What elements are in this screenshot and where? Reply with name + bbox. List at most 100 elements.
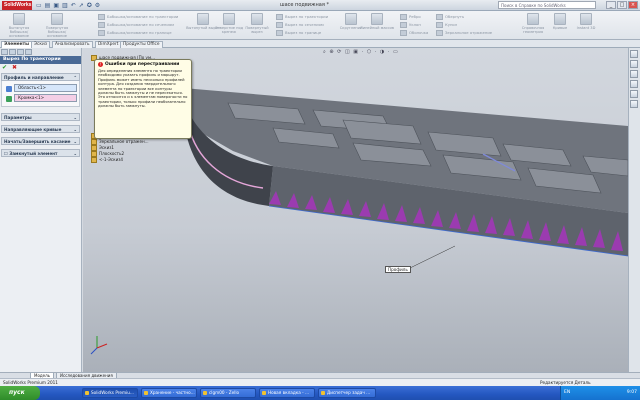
shell-button[interactable]: Оболочка <box>400 30 428 36</box>
close-button[interactable]: × <box>628 1 638 9</box>
print-icon[interactable]: ▥ <box>62 2 68 9</box>
hole-icon <box>223 13 235 25</box>
resources-icon[interactable] <box>630 50 638 58</box>
save-icon[interactable]: ▣ <box>53 2 59 9</box>
property-manager-title: Вырез По траектории <box>0 56 81 64</box>
swept-boss-button[interactable]: Бобышка/основание по траектории <box>98 14 178 20</box>
property-manager-panel: Вырез По траектории ✔ ✖ Профиль и направ… <box>0 48 82 372</box>
rib-button[interactable]: Ребро <box>400 14 421 20</box>
profile-selection-field[interactable]: Область<1> <box>6 84 77 92</box>
rebuild-icon[interactable]: ✪ <box>87 2 92 9</box>
path-icon <box>6 96 12 102</box>
status-mode: Редактируется Деталь <box>540 380 591 385</box>
boundary-cut-button[interactable]: Вырез по границе <box>276 30 321 36</box>
chevron-up-icon: ⌃ <box>73 75 77 80</box>
reference-geometry-icon <box>527 13 539 25</box>
chevron-down-icon: ⌄ <box>73 139 77 144</box>
custom-properties-icon[interactable] <box>630 100 638 108</box>
maximize-button[interactable]: □ <box>617 1 627 9</box>
swept-cut-button[interactable]: Вырез по траектории <box>276 14 328 20</box>
tab-office-products[interactable]: Продукты Office <box>120 41 163 48</box>
wrap-button[interactable]: Обернуть <box>436 14 464 20</box>
cancel-button[interactable]: ✖ <box>12 64 17 71</box>
mirror-button[interactable]: Зеркальное отражение <box>436 30 492 36</box>
path-selection-field[interactable]: Кромка<1> <box>6 94 77 102</box>
taskbar-item-solidworks[interactable]: SolidWorks Premiu... <box>82 388 138 398</box>
dimxpert-manager-tab-icon[interactable] <box>25 49 32 55</box>
document-title: шасе подвижная * <box>280 2 329 8</box>
section-options[interactable]: Параметры ⌄ <box>1 113 80 121</box>
tab-dimxpert[interactable]: DimXpert <box>95 41 122 48</box>
status-bar: SolidWorks Premium 2011 Редактируется Де… <box>0 378 640 386</box>
tab-features[interactable]: Элементы <box>1 41 32 48</box>
tab-evaluate[interactable]: Анализировать <box>52 41 93 48</box>
file-explorer-icon[interactable] <box>630 70 638 78</box>
instant3d-button[interactable]: Instant 3D <box>574 13 598 39</box>
window-controls: _ □ × <box>606 1 638 9</box>
error-icon: ! <box>98 62 103 67</box>
boundary-boss-button[interactable]: Бобышка/основание по границе <box>98 30 172 36</box>
options-icon[interactable]: ⚙ <box>95 2 100 9</box>
minimize-button[interactable]: _ <box>606 1 616 9</box>
help-search-input[interactable]: Поиск в Справке по SolidWorks <box>498 1 596 9</box>
taskbar-item-zello[interactable]: clgm00 - Zello <box>200 388 256 398</box>
select-icon[interactable]: ➚ <box>79 2 84 9</box>
tree-item[interactable]: <-1-Эскиз4 <box>91 157 155 163</box>
fillet-icon <box>345 13 357 25</box>
title-bar: SolidWorks ▭ ▤ ▣ ▥ ↶ ➚ ✪ ⚙ шасе подвижна… <box>0 0 640 11</box>
chevron-down-icon: ⌄ <box>73 115 77 120</box>
appearances-icon[interactable] <box>630 90 638 98</box>
status-product: SolidWorks Premium 2011 <box>3 380 58 385</box>
linear-pattern-button[interactable]: Линейный массив <box>360 13 394 39</box>
configuration-manager-tab-icon[interactable] <box>17 49 24 55</box>
coordinate-triad <box>90 336 108 355</box>
solidworks-logo[interactable]: SolidWorks <box>2 1 32 10</box>
clock[interactable]: 9:07 <box>627 386 637 400</box>
revolve-icon <box>51 13 63 25</box>
revolved-cut-button[interactable]: Повернутый вырез <box>240 13 274 39</box>
curves-button[interactable]: Кривые <box>548 13 572 39</box>
lofted-cut-button[interactable]: Вырез по сечениям <box>276 22 324 28</box>
feature-manager-tab-icon[interactable] <box>1 49 8 55</box>
section-guide-curves[interactable]: Направляющие кривые ⌄ <box>1 125 80 133</box>
ok-cancel-row: ✔ ✖ <box>0 64 81 72</box>
error-message: Для определения элемента по траектории н… <box>98 69 188 109</box>
new-file-icon[interactable]: ▭ <box>36 2 42 9</box>
instant3d-icon <box>580 13 592 25</box>
command-tabs: Элементы Эскиз Анализировать DimXpert Пр… <box>0 40 640 48</box>
cut-revolve-icon <box>251 13 263 25</box>
dome-button[interactable]: Купол <box>436 22 457 28</box>
start-button[interactable]: пуск <box>0 386 40 400</box>
windows-taskbar: пуск SolidWorks Premiu... Хранение - час… <box>0 386 640 400</box>
section-thin-feature[interactable]: ☐ Замкнутый элемент ⌄ <box>1 149 80 157</box>
chevron-down-icon: ⌄ <box>73 151 77 156</box>
section-start-end-tangency[interactable]: Начать/Завершить касание ⌄ <box>1 137 80 145</box>
linear-pattern-icon <box>371 13 383 25</box>
extruded-boss-button[interactable]: Вытянутая бобышка/основание <box>2 13 36 39</box>
quick-access-toolbar: ▭ ▤ ▣ ▥ ↶ ➚ ✪ ⚙ <box>36 1 100 10</box>
system-tray: EN 9:07 <box>560 386 640 400</box>
undo-icon[interactable]: ↶ <box>71 2 76 9</box>
revolved-boss-button[interactable]: Повернутая бобышка/основание <box>40 13 74 39</box>
taskbar-item-storage[interactable]: Хранение - частно... <box>141 388 197 398</box>
task-pane <box>628 48 640 372</box>
draft-button[interactable]: Уклон <box>400 22 421 28</box>
tab-sketch[interactable]: Эскиз <box>31 41 51 48</box>
ok-button[interactable]: ✔ <box>2 64 7 71</box>
chevron-down-icon: ⌄ <box>73 127 77 132</box>
open-file-icon[interactable]: ▤ <box>45 2 51 9</box>
profile-callout[interactable]: Профиль <box>385 266 411 273</box>
command-manager-ribbon: Вытянутая бобышка/основание Повернутая б… <box>0 11 640 40</box>
language-indicator[interactable]: EN <box>564 386 570 400</box>
taskbar-item-new-tab[interactable]: Новая вкладка - ... <box>259 388 315 398</box>
property-manager-tab-icon[interactable] <box>9 49 16 55</box>
lofted-boss-button[interactable]: Бобышка/основание по сечениям <box>98 22 174 28</box>
heads-up-view-toolbar[interactable]: ⌕ ⊕ ⟳ ◫ ▣ · ⬡ · ◑ · ▭ <box>323 49 399 55</box>
profile-icon <box>6 86 12 92</box>
section-profile-path[interactable]: Профиль и направление ⌃ <box>1 73 80 81</box>
taskbar-item-task-manager[interactable]: Диспетчер задач ... <box>318 388 376 398</box>
manager-tabs <box>0 48 81 56</box>
reference-geometry-button[interactable]: Справочная геометрия <box>516 13 550 39</box>
design-library-icon[interactable] <box>630 60 638 68</box>
view-palette-icon[interactable] <box>630 80 638 88</box>
